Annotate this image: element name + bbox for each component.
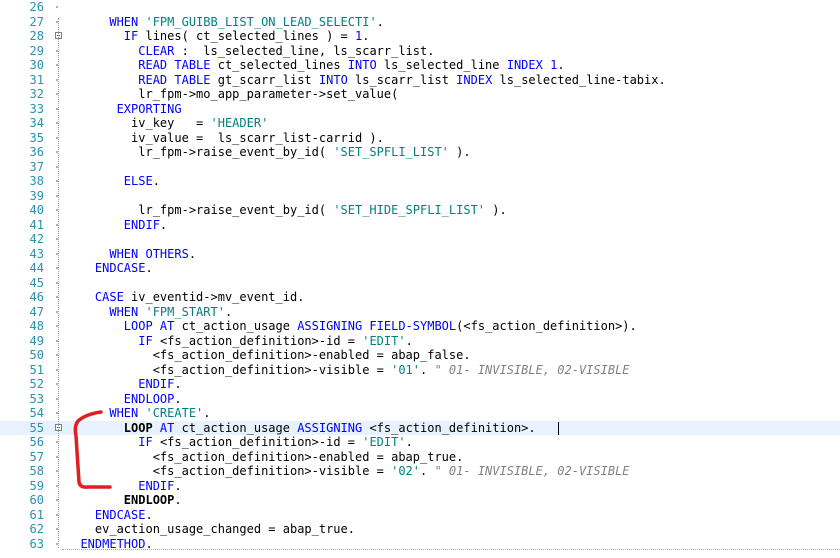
red-bracket-stroke: [73, 410, 112, 489]
abap-code-editor[interactable]: 26 27 WHEN 'FPM_GUIBB_LIST_ON_LEAD_SELECT…: [0, 0, 840, 558]
red-bracket-annotation: [73, 410, 112, 489]
